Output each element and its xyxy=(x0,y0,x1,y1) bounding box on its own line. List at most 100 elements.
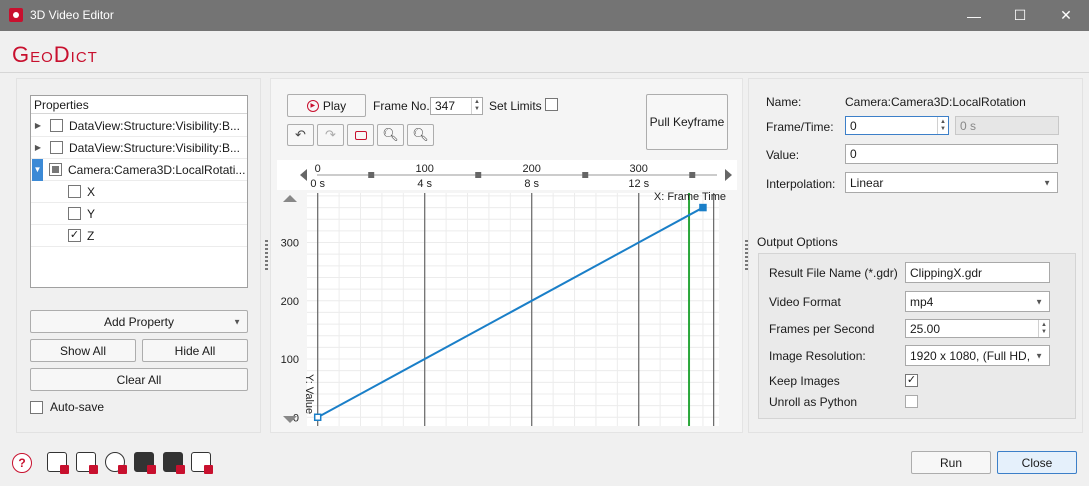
title-bar: 3D Video Editor — ☐ ✕ xyxy=(0,0,1089,31)
tree-item[interactable]: X xyxy=(31,181,247,203)
zoom-in-icon[interactable]: 🔍︎ xyxy=(377,124,404,146)
settings-load-icon[interactable] xyxy=(163,452,185,474)
redo-icon[interactable]: ↷ xyxy=(317,124,344,146)
fps-label: Frames per Second xyxy=(769,322,875,336)
y-axis-label: Y: Value xyxy=(303,374,315,414)
unroll-python-checkbox[interactable] xyxy=(905,395,918,408)
result-file-input[interactable]: ClippingX.gdr xyxy=(905,262,1050,283)
settings-save-icon[interactable] xyxy=(134,452,156,474)
load-macro-icon[interactable] xyxy=(47,452,69,474)
interpolation-value: Linear xyxy=(850,175,884,190)
tree-item[interactable]: ▶ DataView:Structure:Visibility:B... xyxy=(31,115,247,137)
minimize-button[interactable]: — xyxy=(951,0,997,31)
settings-save-badge-icon xyxy=(147,465,156,474)
time-tick-label: 8 s xyxy=(524,178,539,190)
keyframe-point[interactable] xyxy=(313,413,322,422)
y-tick-label: 100 xyxy=(281,354,299,366)
resolution-select[interactable]: 1920 x 1080, (Full HD, ▼ xyxy=(905,345,1050,366)
chevron-down-icon: ▼ xyxy=(1035,351,1043,360)
expanded-arrow-icon[interactable]: ▼ xyxy=(32,158,43,181)
video-format-value: mp4 xyxy=(910,294,934,309)
keyframe-value-input[interactable]: 0 xyxy=(845,144,1058,164)
show-all-button[interactable]: Show All xyxy=(30,339,136,362)
maximize-button[interactable]: ☐ xyxy=(997,0,1043,31)
save-macro-badge-icon xyxy=(89,465,98,474)
ruler-handle[interactable] xyxy=(582,172,589,178)
tree-item-checkbox[interactable]: ✓ xyxy=(68,229,81,242)
auto-save-option[interactable]: Auto-save xyxy=(30,400,104,414)
frame-no-spinbox[interactable]: 347 ▲ ▼ xyxy=(430,97,483,115)
frame-spin-arrows-icon[interactable]: ▲ ▼ xyxy=(471,98,482,114)
keep-images-checkbox[interactable]: ✓ xyxy=(905,374,918,387)
play-icon: ▶ xyxy=(306,99,319,112)
fps-spin-arrows-icon[interactable]: ▲ ▼ xyxy=(1038,320,1049,337)
app-icon xyxy=(9,8,23,22)
add-property-label: Add Property xyxy=(103,314,175,329)
run-button[interactable]: Run xyxy=(911,451,991,474)
keyframe-time-input[interactable]: 0 s xyxy=(955,116,1059,135)
output-options-title: Output Options xyxy=(757,235,838,249)
fps-spinbox[interactable]: 25.00 ▲ ▼ xyxy=(905,319,1050,338)
play-label: Play xyxy=(322,98,347,113)
tree-item-label: Z xyxy=(87,228,95,243)
play-button[interactable]: ▶ Play xyxy=(287,94,366,117)
result-file-label: Result File Name (*.gdr) xyxy=(769,266,898,280)
scroll-up-icon[interactable] xyxy=(283,195,297,202)
refresh-icon[interactable] xyxy=(105,452,127,474)
tree-item[interactable]: ✓ Z xyxy=(31,225,247,247)
plot-area[interactable]: 0100200300X: Frame TimeY: Value xyxy=(281,191,726,426)
keep-images-label: Keep Images xyxy=(769,374,840,388)
set-limits-checkbox[interactable] xyxy=(545,98,558,111)
tree-item-checkbox[interactable] xyxy=(50,141,63,154)
tree-item-checkbox[interactable] xyxy=(68,207,81,220)
auto-save-checkbox[interactable] xyxy=(30,400,43,414)
add-property-button[interactable]: Add Property ▼ xyxy=(30,310,248,333)
close-window-button[interactable]: ✕ xyxy=(1043,0,1089,31)
frame-tick-label: 100 xyxy=(416,163,434,175)
ruler-handle[interactable] xyxy=(689,172,696,178)
collapsed-arrow-icon[interactable]: ▶ xyxy=(32,143,44,152)
save-macro-icon[interactable] xyxy=(76,452,98,474)
keyframe-frame-input[interactable]: 0 ▲ ▼ xyxy=(845,116,949,135)
help-icon[interactable]: ? xyxy=(12,453,32,473)
time-tick-label: 0 s xyxy=(310,178,325,190)
tree-item-checkbox[interactable] xyxy=(50,119,63,132)
close-button[interactable]: Close xyxy=(997,451,1077,474)
tree-item-checkbox[interactable] xyxy=(68,185,81,198)
pull-keyframe-button[interactable]: Pull Keyframe xyxy=(646,94,728,150)
tree-item[interactable]: Y xyxy=(31,203,247,225)
frame-ruler: 0 0 s 100 4 s 200 8 s 300 12 s xyxy=(277,160,737,190)
frame-tick-label: 200 xyxy=(523,163,541,175)
x-axis-label: X: Frame Time xyxy=(654,191,726,203)
keyframe-point[interactable] xyxy=(699,203,707,212)
geodict-logo: GeoDict xyxy=(12,42,98,67)
clear-all-button[interactable]: Clear All xyxy=(30,368,248,391)
tree-item[interactable]: ▶ DataView:Structure:Visibility:B... xyxy=(31,137,247,159)
frame-no-value: 347 xyxy=(435,99,456,113)
hide-all-button[interactable]: Hide All xyxy=(142,339,248,362)
properties-tree[interactable]: Properties ▶ DataView:Structure:Visibilit… xyxy=(30,95,248,288)
export-icon[interactable] xyxy=(191,452,213,474)
time-tick-label: 12 s xyxy=(628,178,649,190)
time-tick-label: 4 s xyxy=(417,178,432,190)
ruler-handle[interactable] xyxy=(475,172,482,178)
set-limits-label: Set Limits xyxy=(489,99,542,113)
keyframe-spin-arrows-icon[interactable]: ▲ ▼ xyxy=(937,117,948,134)
right-splitter-handle[interactable] xyxy=(745,240,748,270)
interpolation-select[interactable]: Linear ▼ xyxy=(845,172,1058,193)
keyframe-frame-value: 0 xyxy=(850,118,857,133)
video-format-select[interactable]: mp4 ▼ xyxy=(905,291,1050,312)
collapsed-arrow-icon[interactable]: ▶ xyxy=(32,121,44,130)
zoom-out-icon[interactable]: 🔍︎ xyxy=(407,124,434,146)
fit-view-icon[interactable] xyxy=(347,124,374,146)
left-splitter-handle[interactable] xyxy=(265,240,268,270)
window-title: 3D Video Editor xyxy=(30,8,114,22)
tree-item[interactable]: ▼ Camera:Camera3D:LocalRotati... xyxy=(31,158,247,181)
value-label: Value: xyxy=(766,148,800,162)
ruler-handle[interactable] xyxy=(368,172,375,178)
tree-item-label: Camera:Camera3D:LocalRotati... xyxy=(68,162,246,177)
undo-icon[interactable]: ↶ xyxy=(287,124,314,146)
properties-header: Properties xyxy=(31,96,247,114)
tree-item-checkbox[interactable] xyxy=(49,163,62,176)
timeline-chart[interactable]: 0 0 s 100 4 s 200 8 s 300 12 s 0 100 200 300 X: Fra… xyxy=(277,160,737,428)
